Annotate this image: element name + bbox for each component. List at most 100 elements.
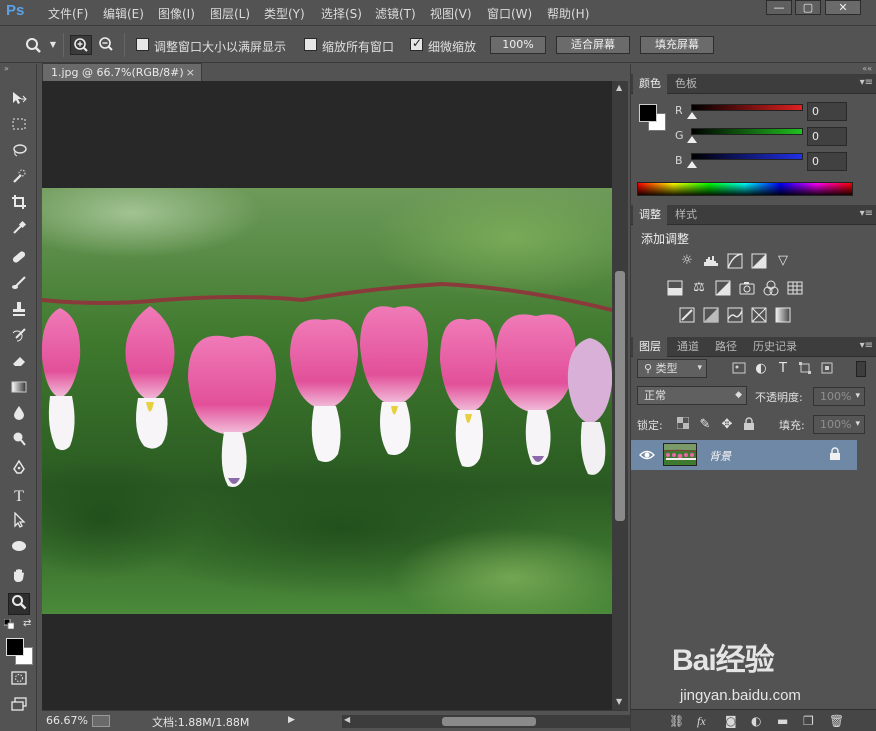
lock-image-pixels-icon[interactable]: ✎ <box>697 417 713 433</box>
filter-pixel-icon[interactable] <box>731 361 747 377</box>
new-adjustment-layer-icon[interactable]: ◐ <box>751 714 761 728</box>
quick-selection-tool-icon[interactable] <box>8 168 30 190</box>
tab-paths[interactable]: 路径 <box>709 337 743 357</box>
close-window-button[interactable]: ✕ <box>825 0 861 15</box>
tab-adjustments[interactable]: 调整 <box>633 205 667 225</box>
selective-color-icon[interactable] <box>751 307 767 323</box>
eraser-tool-icon[interactable] <box>8 353 30 375</box>
channel-b-slider[interactable] <box>691 153 803 160</box>
zoom-level[interactable]: 66.67% <box>46 714 88 727</box>
lock-all-icon[interactable] <box>741 417 757 433</box>
menu-type[interactable]: 类型(Y) <box>264 5 305 22</box>
zoom-all-windows-checkbox[interactable] <box>304 38 317 51</box>
color-balance-icon[interactable]: ⚖ <box>691 280 707 296</box>
scroll-down-icon[interactable]: ▼ <box>616 697 622 706</box>
scroll-up-icon[interactable]: ▲ <box>616 83 622 92</box>
levels-icon[interactable] <box>703 253 719 269</box>
gradient-map-icon[interactable] <box>775 307 791 323</box>
clone-stamp-tool-icon[interactable] <box>8 301 30 323</box>
channel-b-value[interactable]: 0 <box>807 152 847 171</box>
zoom-100-button[interactable]: 100% <box>490 36 546 54</box>
move-tool-icon[interactable] <box>8 90 30 112</box>
pen-tool-icon[interactable] <box>8 459 30 482</box>
vertical-scroll-thumb[interactable] <box>615 271 625 521</box>
brush-tool-icon[interactable] <box>8 275 30 297</box>
tab-styles[interactable]: 样式 <box>669 205 703 225</box>
channel-r-value[interactable]: 0 <box>807 102 847 121</box>
channel-mixer-icon[interactable] <box>763 280 779 296</box>
path-selection-tool-icon[interactable] <box>8 511 30 534</box>
fill-field[interactable]: 100% ▾ <box>813 415 865 434</box>
channel-g-value[interactable]: 0 <box>807 127 847 146</box>
exposure-icon[interactable] <box>751 253 767 269</box>
menu-window[interactable]: 窗口(W) <box>487 5 532 22</box>
lasso-tool-icon[interactable] <box>8 142 30 164</box>
hue-saturation-icon[interactable] <box>667 280 683 296</box>
layer-filter-dropdown[interactable]: ⚲ 类型 ▾ <box>637 359 707 378</box>
channel-b-thumb[interactable] <box>687 161 697 168</box>
invert-icon[interactable] <box>679 307 695 323</box>
tab-channels[interactable]: 通道 <box>671 337 705 357</box>
channel-r-slider[interactable] <box>691 104 803 111</box>
tab-layers[interactable]: 图层 <box>633 337 667 357</box>
zoom-in-icon[interactable] <box>70 35 92 55</box>
menu-filter[interactable]: 滤镜(T) <box>375 5 416 22</box>
preset-dropdown-icon[interactable]: ▼ <box>48 40 58 50</box>
gradient-tool-icon[interactable] <box>8 379 30 401</box>
opacity-field[interactable]: 100% ▾ <box>813 387 865 406</box>
lock-transparent-pixels-icon[interactable] <box>675 416 691 433</box>
channel-r-thumb[interactable] <box>687 112 697 119</box>
posterize-icon[interactable] <box>703 307 719 323</box>
tab-color[interactable]: 颜色 <box>633 74 667 94</box>
black-white-icon[interactable] <box>715 280 731 296</box>
tab-swatches[interactable]: 色板 <box>669 74 703 94</box>
foreground-color-swatch[interactable] <box>6 638 24 656</box>
status-menu-arrow-icon[interactable]: ▶ <box>288 715 295 725</box>
scroll-left-icon[interactable]: ◀ <box>344 715 350 724</box>
filter-shape-icon[interactable] <box>797 361 813 377</box>
menu-help[interactable]: 帮助(H) <box>547 5 589 22</box>
filter-type-icon[interactable]: T <box>775 361 791 377</box>
filter-smart-object-icon[interactable] <box>819 361 835 377</box>
fill-screen-button[interactable]: 填充屏幕 <box>640 36 714 54</box>
document-tab[interactable]: 1.jpg @ 66.7%(RGB/8#) × <box>42 63 202 81</box>
photo-filter-icon[interactable] <box>739 280 755 296</box>
layer-name[interactable]: 背景 <box>709 448 731 464</box>
menu-image[interactable]: 图像(I) <box>158 5 195 22</box>
layer-row-background[interactable]: 背景 <box>631 440 857 470</box>
curves-icon[interactable] <box>727 253 743 269</box>
new-layer-icon[interactable]: ❐ <box>803 714 814 728</box>
eyedropper-tool-icon[interactable] <box>8 220 30 242</box>
layers-panel-menu-icon[interactable]: ▾≡ <box>860 340 873 351</box>
menu-view[interactable]: 视图(V) <box>430 5 472 22</box>
collapse-panels-icon[interactable]: «« <box>862 64 872 73</box>
marquee-tool-icon[interactable] <box>8 116 30 138</box>
menu-edit[interactable]: 编辑(E) <box>103 5 144 22</box>
fit-screen-button[interactable]: 适合屏幕 <box>556 36 630 54</box>
horizontal-scrollbar[interactable]: ◀ ▶ <box>342 715 652 728</box>
document-image[interactable] <box>42 188 612 614</box>
vertical-scrollbar[interactable]: ▲ ▼ <box>612 81 628 710</box>
close-document-icon[interactable]: × <box>186 64 195 81</box>
delete-layer-icon[interactable]: 🗑 <box>829 714 844 728</box>
dodge-tool-icon[interactable] <box>8 431 30 453</box>
threshold-icon[interactable] <box>727 307 743 323</box>
channel-g-thumb[interactable] <box>687 136 697 143</box>
menu-select[interactable]: 选择(S) <box>321 5 362 22</box>
default-colors-icon[interactable] <box>3 618 15 630</box>
menu-layer[interactable]: 图层(L) <box>210 5 250 22</box>
collapse-toolbar-icon[interactable]: » <box>4 64 9 73</box>
channel-g-slider[interactable] <box>691 128 803 135</box>
new-group-icon[interactable]: ▬ <box>777 714 788 728</box>
menu-file[interactable]: 文件(F) <box>48 5 88 22</box>
history-brush-tool-icon[interactable] <box>8 327 30 349</box>
panel-menu-icon[interactable]: ▾≡ <box>860 77 873 88</box>
tab-history[interactable]: 历史记录 <box>747 337 803 357</box>
healing-brush-tool-icon[interactable] <box>8 249 30 271</box>
zoom-tool-preset-icon[interactable] <box>24 36 44 54</box>
swap-colors-icon[interactable]: ⇄ <box>23 618 31 629</box>
eye-icon[interactable] <box>639 447 655 463</box>
blend-mode-dropdown[interactable]: 正常 ◆ <box>637 386 747 405</box>
type-tool-icon[interactable]: T <box>8 486 30 508</box>
vibrance-icon[interactable]: ▽ <box>775 253 791 269</box>
